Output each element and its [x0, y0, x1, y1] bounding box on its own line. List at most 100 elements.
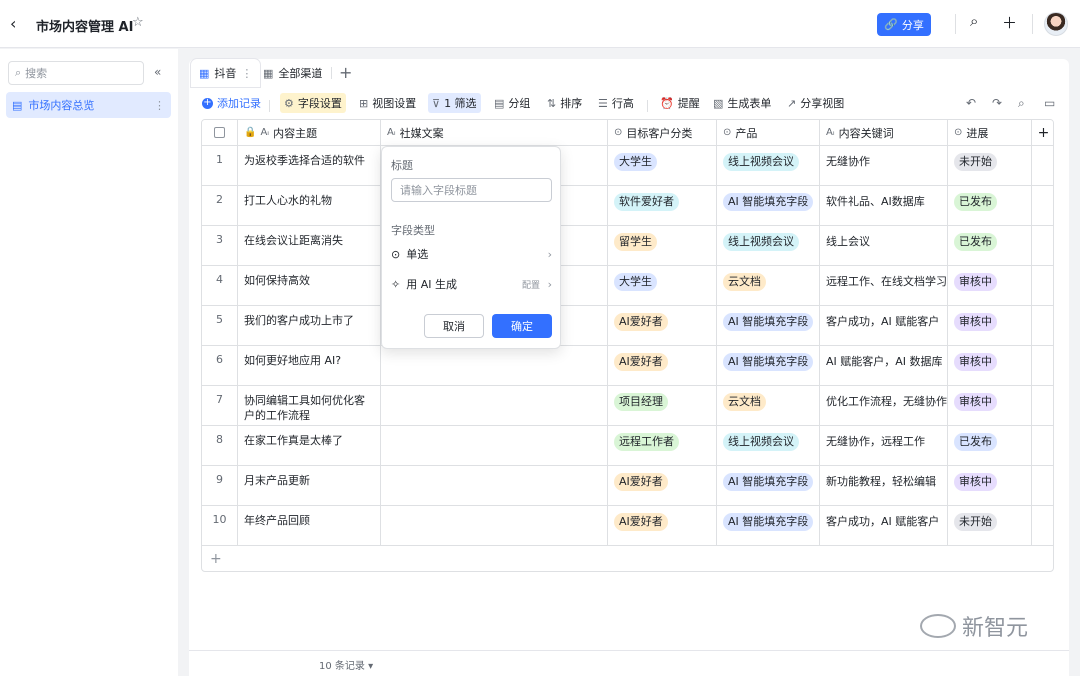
column-header-customer[interactable]: ⊙ 目标客户分类: [608, 120, 717, 145]
table-cell-status[interactable]: 审核中: [948, 466, 1032, 505]
generate-form-button[interactable]: ▧ 生成表单: [709, 93, 775, 113]
row-height-button[interactable]: ☰ 行高: [594, 93, 638, 113]
add-icon[interactable]: ＋: [1002, 12, 1017, 33]
select-all-checkbox[interactable]: [202, 120, 238, 145]
table-cell-product[interactable]: AI 智能填充字段: [717, 346, 820, 385]
undo-icon[interactable]: ↶: [966, 96, 976, 110]
table-cell-num[interactable]: 1: [202, 146, 238, 185]
table-cell-num[interactable]: 5: [202, 306, 238, 345]
table-cell-num[interactable]: 2: [202, 186, 238, 225]
column-header-product[interactable]: ⊙ 产品: [717, 120, 820, 145]
table-cell-keywords[interactable]: 客户成功，AI 赋能客户: [820, 506, 948, 545]
field-settings-button[interactable]: ⚙ 字段设置: [280, 93, 346, 113]
confirm-button[interactable]: 确定: [492, 314, 552, 338]
table-cell-status[interactable]: 已发布: [948, 226, 1032, 265]
table-row[interactable]: 1 为返校季选择合适的软件 大学生 线上视频会议 无缝协作 未开始: [202, 146, 1053, 186]
table-cell-status[interactable]: 已发布: [948, 426, 1032, 465]
add-column-icon[interactable]: +: [1032, 120, 1053, 145]
table-cell-status[interactable]: 未开始: [948, 146, 1032, 185]
table-cell-topic[interactable]: 如何保持高效: [238, 266, 381, 305]
table-row[interactable]: 2 打工人心水的礼物 软件爱好者 AI 智能填充字段 软件礼品、AI数据库 已发布: [202, 186, 1053, 226]
table-cell-product[interactable]: 云文档: [717, 386, 820, 425]
table-cell-topic[interactable]: 我们的客户成功上市了: [238, 306, 381, 345]
search-icon[interactable]: ⌕: [970, 12, 978, 30]
table-cell-status[interactable]: 审核中: [948, 306, 1032, 345]
table-cell-status[interactable]: 审核中: [948, 266, 1032, 305]
table-cell-product[interactable]: AI 智能填充字段: [717, 186, 820, 225]
share-view-button[interactable]: ↗ 分享视图: [783, 93, 848, 113]
table-cell-product[interactable]: AI 智能填充字段: [717, 466, 820, 505]
table-cell-customer[interactable]: AI爱好者: [608, 466, 717, 505]
table-cell-status[interactable]: 审核中: [948, 386, 1032, 425]
tab-all-channels[interactable]: ▦ 全部渠道: [255, 59, 330, 87]
table-row[interactable]: 5 我们的客户成功上市了 AI爱好者 AI 智能填充字段 客户成功，AI 赋能客户 审核中: [202, 306, 1053, 346]
table-cell-num[interactable]: 9: [202, 466, 238, 505]
table-cell-topic[interactable]: 协同编辑工具如何优化客户的工作流程: [238, 386, 381, 425]
share-button[interactable]: 🔗 分享: [877, 13, 931, 36]
table-cell-keywords[interactable]: 软件礼品、AI数据库: [820, 186, 948, 225]
table-cell-copy[interactable]: [381, 466, 608, 505]
table-cell-copy[interactable]: [381, 426, 608, 465]
table-row[interactable]: 7 协同编辑工具如何优化客户的工作流程 项目经理 云文档 优化工作流程，无缝协作 审核中: [202, 386, 1053, 426]
more-icon[interactable]: ⋮: [154, 99, 165, 112]
back-arrow-icon[interactable]: ‹: [10, 14, 16, 33]
table-cell-customer[interactable]: AI爱好者: [608, 346, 717, 385]
table-cell-customer[interactable]: 远程工作者: [608, 426, 717, 465]
config-label[interactable]: 配置: [522, 278, 540, 291]
star-icon[interactable]: ☆: [132, 15, 144, 30]
sidebar-search-input[interactable]: ⌕ 搜索: [8, 61, 144, 85]
sidebar-item-overview[interactable]: ▤ 市场内容总览 ⋮: [6, 92, 171, 118]
redo-icon[interactable]: ↷: [992, 96, 1002, 110]
table-cell-product[interactable]: AI 智能填充字段: [717, 306, 820, 345]
table-cell-topic[interactable]: 年终产品回顾: [238, 506, 381, 545]
column-header-topic[interactable]: 🔒 Aᵢ 内容主题: [238, 120, 381, 145]
table-cell-product[interactable]: 线上视频会议: [717, 426, 820, 465]
table-cell-status[interactable]: 已发布: [948, 186, 1032, 225]
table-cell-product[interactable]: 云文档: [717, 266, 820, 305]
table-cell-num[interactable]: 3: [202, 226, 238, 265]
table-cell-keywords[interactable]: 远程工作、在线文档学习: [820, 266, 948, 305]
comment-icon[interactable]: ▭: [1044, 96, 1055, 110]
sort-button[interactable]: ⇅ 排序: [543, 93, 586, 113]
table-cell-copy[interactable]: [381, 346, 608, 385]
avatar[interactable]: [1044, 12, 1068, 36]
table-cell-customer[interactable]: 软件爱好者: [608, 186, 717, 225]
table-cell-topic[interactable]: 为返校季选择合适的软件: [238, 146, 381, 185]
table-cell-status[interactable]: 审核中: [948, 346, 1032, 385]
add-row-button[interactable]: +: [202, 546, 1053, 571]
view-settings-button[interactable]: ⊞ 视图设置: [355, 93, 420, 113]
table-cell-copy[interactable]: [381, 506, 608, 545]
table-cell-num[interactable]: 7: [202, 386, 238, 425]
reminder-button[interactable]: ⏰ 提醒: [656, 93, 704, 113]
column-header-status[interactable]: ⊙ 进展: [948, 120, 1032, 145]
table-cell-num[interactable]: 8: [202, 426, 238, 465]
field-title-input[interactable]: 请输入字段标题: [391, 178, 552, 202]
table-cell-keywords[interactable]: 优化工作流程，无缝协作: [820, 386, 948, 425]
table-row[interactable]: 10 年终产品回顾 AI爱好者 AI 智能填充字段 客户成功，AI 赋能客户 未开始: [202, 506, 1053, 546]
table-row[interactable]: 9 月末产品更新 AI爱好者 AI 智能填充字段 新功能教程，轻松编辑 审核中: [202, 466, 1053, 506]
add-record-button[interactable]: + 添加记录: [198, 93, 265, 113]
tab-douyin[interactable]: ▦ 抖音 ⋮: [191, 59, 261, 87]
table-row[interactable]: 8 在家工作真是太棒了 远程工作者 线上视频会议 无缝协作，远程工作 已发布: [202, 426, 1053, 466]
group-button[interactable]: ▤ 分组: [490, 93, 534, 113]
table-cell-customer[interactable]: 大学生: [608, 146, 717, 185]
table-cell-topic[interactable]: 月末产品更新: [238, 466, 381, 505]
table-row[interactable]: 4 如何保持高效 大学生 云文档 远程工作、在线文档学习 审核中: [202, 266, 1053, 306]
table-cell-customer[interactable]: 项目经理: [608, 386, 717, 425]
search-records-icon[interactable]: ⌕: [1018, 96, 1025, 111]
table-cell-keywords[interactable]: 无缝协作，远程工作: [820, 426, 948, 465]
table-cell-topic[interactable]: 在家工作真是太棒了: [238, 426, 381, 465]
table-cell-topic[interactable]: 如何更好地应用 AI?: [238, 346, 381, 385]
table-cell-num[interactable]: 4: [202, 266, 238, 305]
table-cell-customer[interactable]: AI爱好者: [608, 506, 717, 545]
column-header-social-copy[interactable]: Aᵢ 社媒文案: [381, 120, 608, 145]
table-row[interactable]: 6 如何更好地应用 AI? AI爱好者 AI 智能填充字段 AI 赋能客户，AI 数据库…: [202, 346, 1053, 386]
table-cell-keywords[interactable]: 线上会议: [820, 226, 948, 265]
ai-generate-option[interactable]: ✧ 用 AI 生成 配置 ›: [391, 274, 552, 294]
table-cell-keywords[interactable]: AI 赋能客户，AI 数据库: [820, 346, 948, 385]
table-cell-product[interactable]: AI 智能填充字段: [717, 506, 820, 545]
add-view-icon[interactable]: +: [339, 63, 352, 82]
table-cell-keywords[interactable]: 客户成功，AI 赋能客户: [820, 306, 948, 345]
table-cell-product[interactable]: 线上视频会议: [717, 226, 820, 265]
column-header-keywords[interactable]: Aᵢ 内容关键词: [820, 120, 948, 145]
